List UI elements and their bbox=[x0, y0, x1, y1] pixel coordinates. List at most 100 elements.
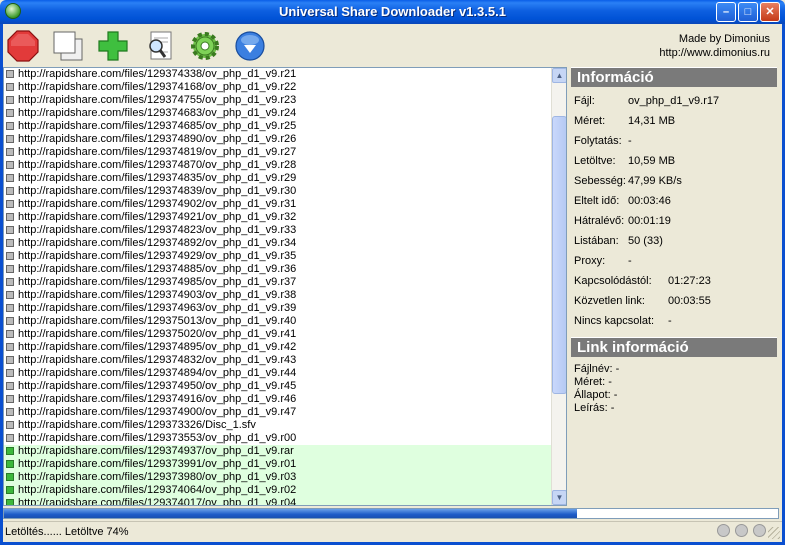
status-checkbox-icon[interactable] bbox=[6, 226, 14, 234]
list-item-url: http://rapidshare.com/files/129374894/ov… bbox=[18, 367, 297, 379]
status-checkbox-icon[interactable] bbox=[6, 330, 14, 338]
list-item[interactable]: http://rapidshare.com/files/129373326/Di… bbox=[4, 419, 552, 432]
minimize-button[interactable]: – bbox=[716, 2, 736, 22]
status-checkbox-icon[interactable] bbox=[6, 96, 14, 104]
list-item[interactable]: http://rapidshare.com/files/129374685/ov… bbox=[4, 120, 552, 133]
status-checkbox-icon[interactable] bbox=[6, 369, 14, 377]
list-item[interactable]: http://rapidshare.com/files/129374064/ov… bbox=[4, 484, 552, 497]
maximize-button[interactable]: □ bbox=[738, 2, 758, 22]
list-item[interactable]: http://rapidshare.com/files/129374892/ov… bbox=[4, 237, 552, 250]
status-checkbox-icon[interactable] bbox=[6, 304, 14, 312]
list-item[interactable]: http://rapidshare.com/files/129374900/ov… bbox=[4, 406, 552, 419]
list-item[interactable]: http://rapidshare.com/files/129374832/ov… bbox=[4, 354, 552, 367]
list-item[interactable]: http://rapidshare.com/files/129374963/ov… bbox=[4, 302, 552, 315]
scroll-up-button[interactable]: ▲ bbox=[552, 68, 566, 83]
info-icon[interactable] bbox=[234, 30, 266, 62]
status-checkbox-icon[interactable] bbox=[6, 161, 14, 169]
info-value: 50 (33) bbox=[628, 235, 663, 247]
list-item[interactable]: http://rapidshare.com/files/129374168/ov… bbox=[4, 81, 552, 94]
disconnect-icon[interactable] bbox=[734, 524, 748, 537]
list-item[interactable]: http://rapidshare.com/files/129373980/ov… bbox=[4, 471, 552, 484]
list-item-url: http://rapidshare.com/files/129374963/ov… bbox=[18, 302, 297, 314]
status-checkbox-icon[interactable] bbox=[6, 252, 14, 260]
settings-icon[interactable] bbox=[189, 30, 221, 62]
list-item[interactable]: http://rapidshare.com/files/129374885/ov… bbox=[4, 263, 552, 276]
info-row: Kapcsolódástól: 01:27:23 bbox=[571, 271, 777, 291]
status-checkbox-icon[interactable] bbox=[6, 174, 14, 182]
status-checkbox-icon[interactable] bbox=[6, 291, 14, 299]
list-item[interactable]: http://rapidshare.com/files/129374937/ov… bbox=[4, 445, 552, 458]
status-checkbox-icon[interactable] bbox=[6, 408, 14, 416]
status-checkbox-icon[interactable] bbox=[6, 382, 14, 390]
link-list-rows: http://rapidshare.com/files/129374338/ov… bbox=[4, 68, 552, 505]
list-item[interactable]: http://rapidshare.com/files/129374338/ov… bbox=[4, 68, 552, 81]
list-item[interactable]: http://rapidshare.com/files/129374950/ov… bbox=[4, 380, 552, 393]
status-checkbox-icon[interactable] bbox=[6, 356, 14, 364]
status-checkbox-icon[interactable] bbox=[6, 122, 14, 130]
stop-icon[interactable] bbox=[7, 30, 39, 62]
search-icon[interactable] bbox=[143, 30, 175, 62]
status-checkbox-icon[interactable] bbox=[6, 213, 14, 221]
list-item[interactable]: http://rapidshare.com/files/129374929/ov… bbox=[4, 250, 552, 263]
list-item[interactable]: http://rapidshare.com/files/129374835/ov… bbox=[4, 172, 552, 185]
status-checkbox-icon[interactable] bbox=[6, 447, 14, 455]
list-item[interactable]: http://rapidshare.com/files/129374755/ov… bbox=[4, 94, 552, 107]
status-checkbox-icon[interactable] bbox=[6, 499, 14, 505]
status-checkbox-icon[interactable] bbox=[6, 434, 14, 442]
list-item[interactable]: http://rapidshare.com/files/129375020/ov… bbox=[4, 328, 552, 341]
resize-grip[interactable] bbox=[768, 527, 780, 539]
list-item[interactable]: http://rapidshare.com/files/129373553/ov… bbox=[4, 432, 552, 445]
status-checkbox-icon[interactable] bbox=[6, 83, 14, 91]
status-checkbox-icon[interactable] bbox=[6, 109, 14, 117]
list-item-url: http://rapidshare.com/files/129374900/ov… bbox=[18, 406, 297, 418]
scroll-down-button[interactable]: ▼ bbox=[552, 490, 566, 505]
status-checkbox-icon[interactable] bbox=[6, 265, 14, 273]
link-info-row: Méret: - bbox=[574, 376, 777, 389]
list-item-url: http://rapidshare.com/files/129374685/ov… bbox=[18, 120, 297, 132]
list-item[interactable]: http://rapidshare.com/files/129374017/ov… bbox=[4, 497, 552, 505]
list-item-url: http://rapidshare.com/files/129373980/ov… bbox=[18, 471, 297, 483]
list-scrollbar[interactable]: ▲ ▼ bbox=[551, 68, 566, 505]
status-checkbox-icon[interactable] bbox=[6, 460, 14, 468]
status-checkbox-icon[interactable] bbox=[6, 148, 14, 156]
close-button[interactable]: ✕ bbox=[760, 2, 780, 22]
list-item-url: http://rapidshare.com/files/129374338/ov… bbox=[18, 68, 297, 80]
list-item[interactable]: http://rapidshare.com/files/129374683/ov… bbox=[4, 107, 552, 120]
list-item[interactable]: http://rapidshare.com/files/129374894/ov… bbox=[4, 367, 552, 380]
status-checkbox-icon[interactable] bbox=[6, 70, 14, 78]
list-item[interactable]: http://rapidshare.com/files/129374902/ov… bbox=[4, 198, 552, 211]
list-item[interactable]: http://rapidshare.com/files/129374890/ov… bbox=[4, 133, 552, 146]
list-item[interactable]: http://rapidshare.com/files/129374985/ov… bbox=[4, 276, 552, 289]
list-item[interactable]: http://rapidshare.com/files/129374839/ov… bbox=[4, 185, 552, 198]
credits-url[interactable]: http://www.dimonius.ru bbox=[659, 46, 770, 60]
list-item[interactable]: http://rapidshare.com/files/129374916/ov… bbox=[4, 393, 552, 406]
list-item[interactable]: http://rapidshare.com/files/129374903/ov… bbox=[4, 289, 552, 302]
scroll-thumb[interactable] bbox=[552, 116, 566, 394]
status-checkbox-icon[interactable] bbox=[6, 278, 14, 286]
status-checkbox-icon[interactable] bbox=[6, 200, 14, 208]
status-checkbox-icon[interactable] bbox=[6, 135, 14, 143]
status-checkbox-icon[interactable] bbox=[6, 239, 14, 247]
list-item[interactable]: http://rapidshare.com/files/129374921/ov… bbox=[4, 211, 552, 224]
list-item[interactable]: http://rapidshare.com/files/129374870/ov… bbox=[4, 159, 552, 172]
list-item[interactable]: http://rapidshare.com/files/129374819/ov… bbox=[4, 146, 552, 159]
add-icon[interactable] bbox=[97, 30, 129, 62]
list-item[interactable]: http://rapidshare.com/files/129374823/ov… bbox=[4, 224, 552, 237]
link-info-label: Méret: bbox=[574, 376, 606, 388]
list-item-url: http://rapidshare.com/files/129374985/ov… bbox=[18, 276, 297, 288]
copy-icon[interactable] bbox=[52, 30, 84, 62]
list-item[interactable]: http://rapidshare.com/files/129375013/ov… bbox=[4, 315, 552, 328]
info-value: - bbox=[628, 135, 632, 147]
status-checkbox-icon[interactable] bbox=[6, 187, 14, 195]
status-checkbox-icon[interactable] bbox=[6, 317, 14, 325]
list-item[interactable]: http://rapidshare.com/files/129374895/ov… bbox=[4, 341, 552, 354]
link-list[interactable]: http://rapidshare.com/files/129374338/ov… bbox=[3, 67, 567, 506]
status-checkbox-icon[interactable] bbox=[6, 473, 14, 481]
list-item-url: http://rapidshare.com/files/129374892/ov… bbox=[18, 237, 297, 249]
tools-icon[interactable] bbox=[716, 524, 730, 537]
status-checkbox-icon[interactable] bbox=[6, 486, 14, 494]
status-checkbox-icon[interactable] bbox=[6, 343, 14, 351]
status-checkbox-icon[interactable] bbox=[6, 395, 14, 403]
list-item[interactable]: http://rapidshare.com/files/129373991/ov… bbox=[4, 458, 552, 471]
status-checkbox-icon[interactable] bbox=[6, 421, 14, 429]
